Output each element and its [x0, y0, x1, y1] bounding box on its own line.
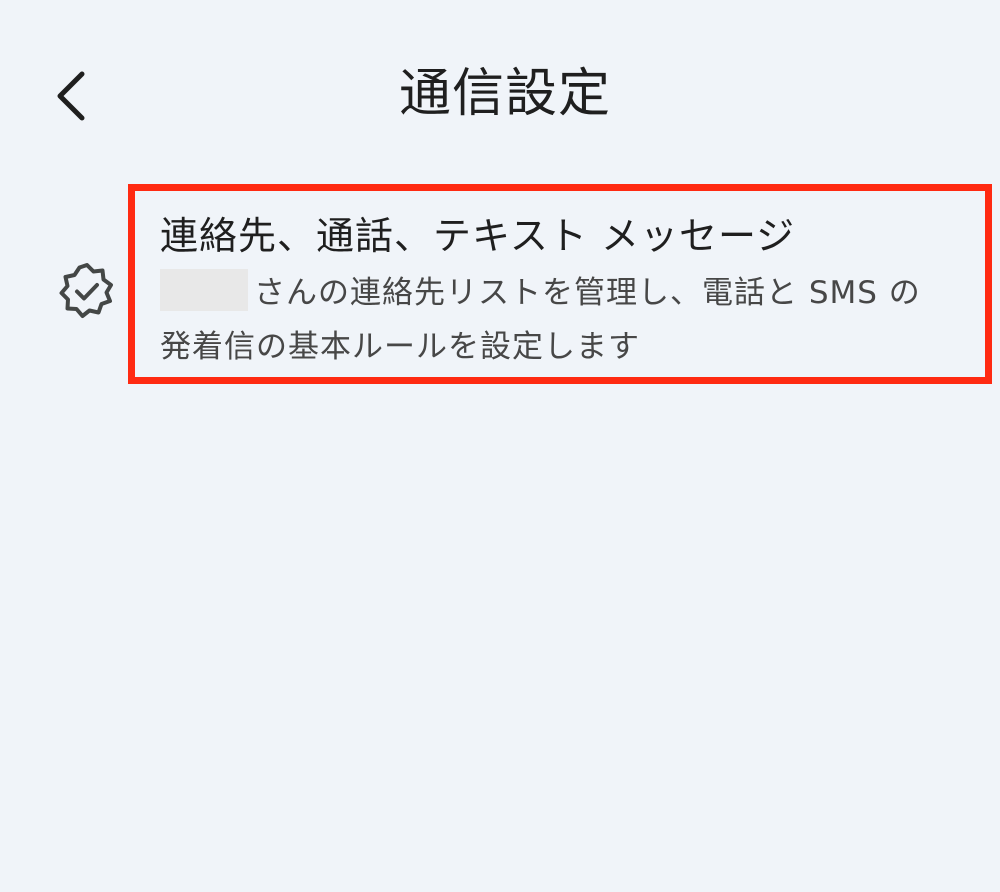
- settings-item-contacts-calls-messages[interactable]: 連絡先、通話、テキスト メッセージ さんの連絡先リストを管理し、電話と SMS …: [40, 184, 992, 384]
- redacted-name: [160, 269, 248, 311]
- item-description-line-2: 発着信の基本ルールを設定します: [160, 329, 640, 365]
- chevron-left-icon: [57, 71, 85, 121]
- item-description-line-1: さんの連絡先リストを管理し、電話と SMS の: [160, 266, 980, 320]
- item-title: 連絡先、通話、テキスト メッセージ: [160, 214, 796, 258]
- page-title: 通信設定: [398, 64, 611, 124]
- item-description: さんの連絡先リストを管理し、電話と SMS の 発着信の基本ルールを設定します: [160, 266, 980, 374]
- item-description-text-1: さんの連絡先リストを管理し、電話と SMS の: [254, 275, 921, 311]
- item-text: 連絡先、通話、テキスト メッセージ さんの連絡先リストを管理し、電話と SMS …: [160, 210, 980, 374]
- app-header: 通信設定: [0, 0, 1000, 190]
- back-button[interactable]: [40, 60, 104, 132]
- verified-badge-icon: [58, 262, 116, 320]
